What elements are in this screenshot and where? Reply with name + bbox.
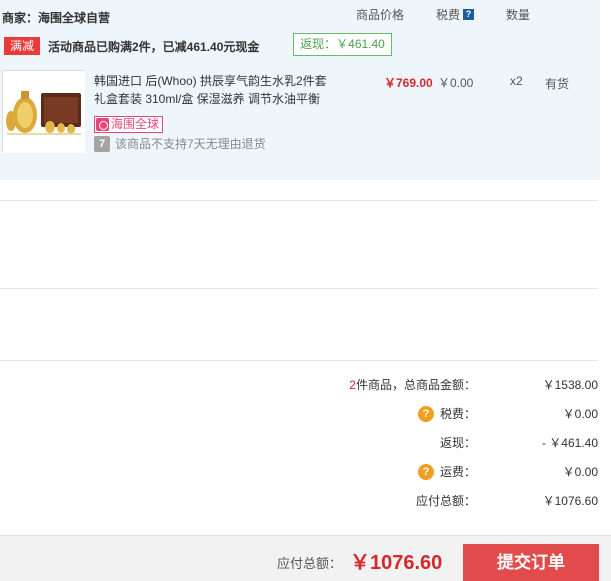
summary-tax-label: ? 税费： — [417, 405, 476, 422]
footer-total-label: 应付总额： — [277, 556, 343, 571]
footer-total-value: ￥1076.60 — [350, 552, 443, 574]
summary-goods-total-row: 2件商品，总商品金额： ￥1538.00 — [0, 376, 611, 394]
summary-amount-due-label: 应付总额： — [415, 494, 476, 508]
question-circle-icon[interactable]: ? — [417, 405, 434, 422]
summary-goods-total-value: ￥1538.00 — [542, 378, 598, 392]
question-square-icon[interactable]: ? — [463, 9, 475, 20]
product-title-link[interactable]: 韩国进口 后(Whoo) 拱辰享气韵生水乳2件套 礼盒套装 310ml/盒 保湿… — [94, 72, 339, 108]
column-header-tax-label: 税费 — [436, 8, 461, 22]
product-image — [3, 71, 85, 153]
summary-tax-row: ? 税费： ￥0.00 — [0, 405, 611, 423]
question-circle-icon[interactable]: ? — [417, 463, 434, 480]
merchant-name[interactable]: 海围全球自营 — [38, 11, 110, 25]
promo-text: 活动商品已购满2件，已减461.40元现金 — [48, 40, 260, 54]
item-count-label: 件商品，总商品金额： — [355, 378, 476, 392]
summary-amount-due-value: ￥1076.60 — [542, 494, 598, 508]
summary-rebate-label: 返现： — [439, 436, 476, 450]
return-policy-text: 该商品不支持7天无理由退货 — [115, 137, 266, 151]
product-title-line-1: 韩国进口 后(Whoo) 拱辰享气韵生水乳2件套 — [94, 74, 327, 88]
submit-order-button[interactable]: 提交订单 — [463, 544, 599, 581]
product-tax: ￥0.00 — [438, 76, 474, 90]
promo-tag: 满减 — [4, 37, 40, 55]
product-price: ￥769.00 — [384, 76, 433, 90]
summary-goods-total-label: 2件商品，总商品金额： — [349, 376, 476, 393]
merchant-label: 商家： — [2, 11, 39, 25]
product-title-line-2: 礼盒套装 310ml/盒 保湿滋养 调节水油平衡 — [94, 92, 321, 106]
summary-rebate-row: 返现： - ￥461.40 — [0, 434, 611, 452]
global-store-icon — [96, 118, 109, 131]
checkout-footer: 应付总额： ￥1076.60 提交订单 — [0, 535, 611, 581]
summary-shipping-label: ? 运费： — [417, 463, 476, 480]
column-header-price: 商品价格 — [356, 8, 405, 22]
product-quantity: x2 — [510, 74, 523, 88]
product-thumbnail[interactable] — [2, 70, 85, 153]
summary-tax-label-text: 税费： — [439, 407, 476, 421]
rebate-badge: 返现：￥461.40 — [293, 33, 392, 56]
divider — [0, 200, 598, 201]
summary-amount-due-row: 应付总额： ￥1076.60 — [0, 492, 611, 510]
global-store-badge-label: 海围全球 — [111, 117, 160, 131]
item-count: 2 — [349, 378, 356, 392]
summary-tax-value: ￥0.00 — [562, 407, 598, 421]
column-header-quantity: 数量 — [506, 8, 531, 22]
product-stock-status: 有货 — [545, 77, 570, 91]
summary-shipping-row: ? 运费： ￥0.00 — [0, 463, 611, 481]
return-policy-note: 7 该商品不支持7天无理由退货 — [94, 135, 266, 152]
column-header-tax: 税费 ? — [436, 6, 475, 23]
divider — [0, 288, 598, 289]
merchant-info: 商家：海围全球自营 — [2, 9, 110, 26]
cart-item-panel: 商家：海围全球自营 商品价格 税费 ? 数量 满减 活动商品已购满2件，已减46… — [0, 0, 600, 180]
summary-shipping-label-text: 运费： — [439, 465, 476, 479]
no-7day-return-icon: 7 — [94, 135, 110, 152]
global-store-badge: 海围全球 — [94, 116, 164, 133]
summary-shipping-value: ￥0.00 — [562, 465, 598, 479]
divider — [0, 360, 598, 361]
summary-rebate-value: - ￥461.40 — [541, 436, 598, 450]
